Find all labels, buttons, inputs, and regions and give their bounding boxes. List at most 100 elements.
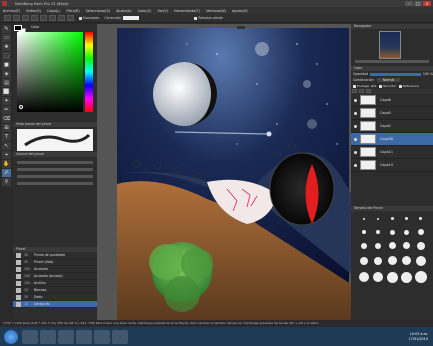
zoom-tool-icon[interactable]: ⚲ [2,178,11,186]
perspective-icon[interactable] [67,15,74,21]
snap-icon[interactable] [40,15,47,21]
brush-size-preset[interactable] [390,230,395,235]
brush-size-preset[interactable] [417,242,425,250]
brush-list-item[interactable]: 100 Acrílico [13,280,97,287]
brush-list-item[interactable]: 10 Borrosa [13,287,97,294]
eye-icon[interactable] [354,98,357,102]
gradient-tool-icon[interactable]: ▤ [2,79,11,87]
layer-row[interactable]: Capa10 [351,159,433,172]
delete-layer-icon[interactable] [366,89,371,93]
foreground-color-swatch[interactable] [14,25,22,31]
menu-edit[interactable]: Editar(E) [26,9,41,13]
brush-size-preset[interactable] [377,218,379,220]
brush-size-preset[interactable] [391,217,394,220]
divide-tool-icon[interactable]: ⊞ [2,124,11,132]
transform-tool-icon[interactable]: ⬚ [2,52,11,60]
menu-adjust[interactable]: Ajuste(A) [116,9,132,13]
drawing-canvas[interactable] [97,24,351,320]
clipping-checkbox[interactable] [379,84,383,88]
eye-icon[interactable] [354,150,357,154]
color-picker-handle[interactable] [19,105,23,109]
menu-file[interactable]: Archivo(F) [3,9,20,13]
brush-density-slider[interactable] [17,182,93,185]
saturation-value-picker[interactable] [17,32,83,112]
brush-tool-icon[interactable]: ✎ [2,25,11,33]
menu-layer[interactable]: Capa(L) [47,9,60,13]
close-button[interactable]: × [423,1,431,6]
brush-hardness-slider[interactable] [17,175,93,178]
reference-checkbox[interactable] [399,84,403,88]
brush-list-item[interactable]: 30 Pluma de punteado [13,252,97,259]
start-button[interactable] [4,329,18,344]
brush-size-preset[interactable] [387,272,398,283]
select-tool-icon[interactable]: ⬜ [2,88,11,96]
brush-size-preset[interactable] [404,230,409,235]
brush-size-preset[interactable] [374,257,382,265]
brush-size-preset[interactable] [373,272,383,282]
smoothing-option[interactable]: Suavizado [79,16,99,20]
brush-size-preset[interactable] [361,243,367,249]
eyedropper-icon[interactable]: ⌖ [2,151,11,159]
menu-filter[interactable]: Filtro(R) [66,9,79,13]
airbrush-tool-icon[interactable]: ✐ [2,169,11,177]
maximize-button[interactable]: □ [414,1,422,6]
select-pen-icon[interactable]: ✏ [2,106,11,114]
navigator-thumbnail[interactable] [379,31,401,59]
curve-mode-icon[interactable] [22,15,29,21]
brush-size-preset[interactable] [402,256,411,265]
tilt-checkbox[interactable] [194,16,198,20]
eraser-tool-icon[interactable]: ▭ [2,34,11,42]
eye-icon[interactable] [354,163,357,167]
grid-icon[interactable] [58,15,65,21]
layer-row-selected[interactable]: Capa38 [351,133,433,146]
media-taskbar-icon[interactable] [76,329,92,344]
duplicate-layer-icon[interactable] [359,89,364,93]
brush-size-preset[interactable] [363,218,365,220]
brush-list-item[interactable]: 30 Dedo [13,294,97,301]
menu-color[interactable]: Color(C) [138,9,152,13]
line-mode-icon[interactable] [13,15,20,21]
menu-tool[interactable]: Herramienta(T) [174,9,200,13]
brush-size-preset[interactable] [416,256,426,266]
brush-mode-icon[interactable] [4,15,11,21]
smoothing-checkbox[interactable] [79,16,82,20]
opacity-slider[interactable] [370,72,421,76]
correction-input[interactable] [123,16,140,20]
eye-icon[interactable] [354,111,357,115]
brush-size-preset[interactable] [418,229,424,235]
zoom-slider[interactable] [355,60,429,63]
bucket-tool-icon[interactable]: ◈ [2,70,11,78]
layer-row[interactable]: Capa2 [351,120,433,133]
layer-row[interactable]: Capa11 [351,146,433,159]
layer-row[interactable]: Capa6 [351,94,433,107]
fill-shape-icon[interactable]: ■ [2,61,11,69]
brush-size-preset[interactable] [401,272,412,283]
text-tool-icon[interactable]: T [2,133,11,141]
browser-taskbar-icon[interactable] [40,329,56,344]
menu-select[interactable]: Seleccionar(S) [86,9,110,13]
brush-size-preset[interactable] [419,217,422,220]
protect-alpha-checkbox[interactable] [353,84,356,88]
hand-tool-icon[interactable]: ✋ [2,160,11,168]
brush-opacity-slider[interactable] [17,168,93,171]
brush-size-slider[interactable] [17,161,93,164]
eye-icon[interactable] [354,124,357,128]
explorer-taskbar-icon[interactable] [22,329,38,344]
folder-taskbar-icon[interactable] [112,329,128,344]
symmetry-icon[interactable] [49,15,56,21]
brush-size-preset[interactable] [388,256,397,265]
menu-window[interactable]: Ventana(W) [206,9,226,13]
brush-size-preset[interactable] [405,217,408,220]
magic-wand-icon[interactable]: ✦ [2,97,11,105]
brush-size-preset[interactable] [360,257,368,265]
operation-tool-icon[interactable]: ↖ [2,142,11,150]
polyline-mode-icon[interactable] [31,15,38,21]
system-clock[interactable]: 10:03 a.m. 17/01/2019 [408,332,428,342]
select-eraser-icon[interactable]: ⌫ [2,115,11,123]
tilt-option[interactable]: Rotacion-desde [194,16,223,20]
brush-size-preset[interactable] [359,272,369,282]
eye-icon[interactable] [354,137,357,141]
brush-list-item[interactable]: 30 Pincel (lista) [13,259,97,266]
add-layer-icon[interactable] [352,89,357,93]
brush-size-preset[interactable] [375,243,381,249]
